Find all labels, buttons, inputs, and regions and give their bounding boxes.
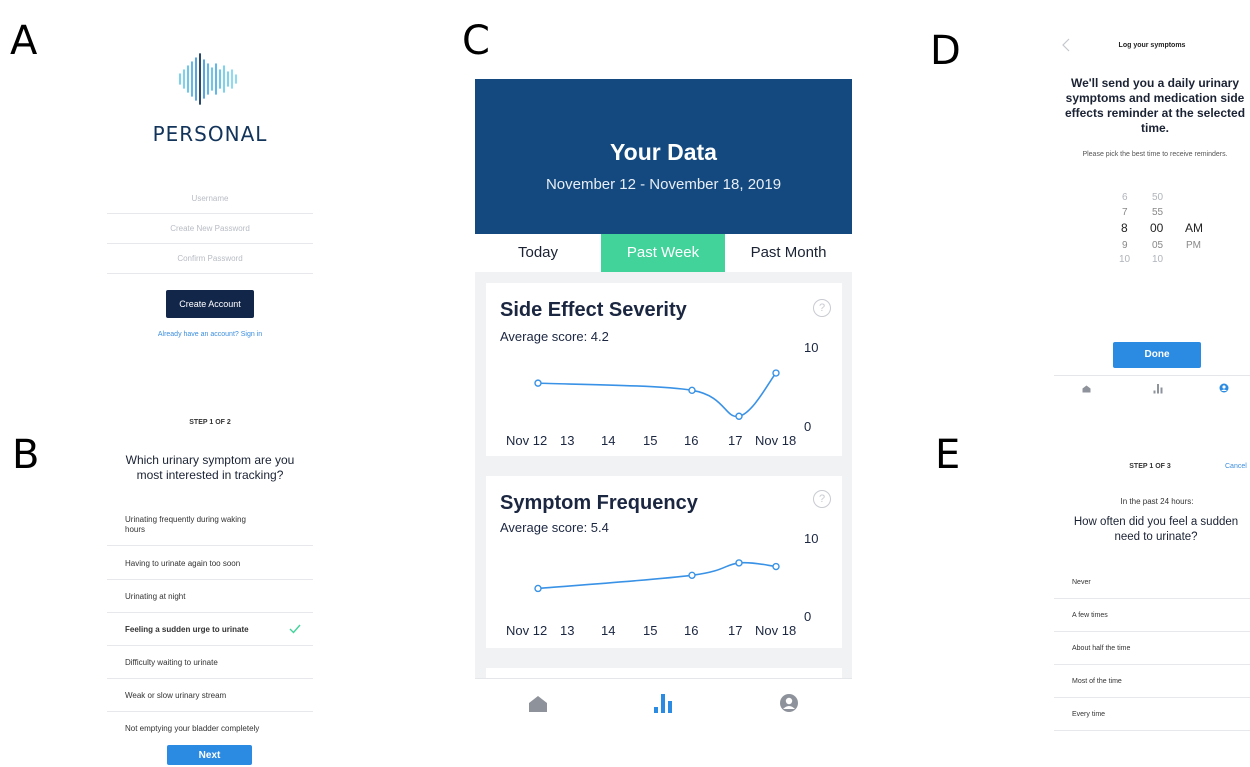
x-tick: 14 xyxy=(601,433,616,448)
sign-in-link[interactable]: Already have an account? Sign in xyxy=(107,331,313,338)
date-range: November 12 - November 18, 2019 xyxy=(545,176,782,193)
chart-card-symptom-frequency: Symptom Frequency Average score: 5.4 ? 1… xyxy=(486,476,842,648)
step-label: STEP 1 OF 3 xyxy=(1129,463,1171,470)
x-tick: 13 xyxy=(560,433,575,448)
x-tick: 15 xyxy=(643,433,658,448)
option-5[interactable]: Weak or slow urinary stream xyxy=(107,679,313,712)
create-account-button[interactable]: Create Account xyxy=(166,290,254,318)
option-4[interactable]: Difficulty waiting to urinate xyxy=(107,646,313,679)
reminder-subtitle: Please pick the best time to receive rem… xyxy=(1082,151,1228,158)
question-title: How often did you feel a sudden need to … xyxy=(1073,516,1239,543)
home-icon[interactable] xyxy=(1082,385,1091,393)
cancel-link[interactable]: Cancel xyxy=(1225,463,1247,470)
sound-wave-icon xyxy=(179,53,237,105)
x-tick: Nov 12 xyxy=(506,433,548,448)
x-tick: 17 xyxy=(728,623,743,638)
x-tick: 17 xyxy=(728,433,743,448)
data-point xyxy=(688,386,696,395)
answer-option[interactable]: Never xyxy=(1054,566,1250,599)
option-label: Feeling a sudden urge to urinate xyxy=(125,625,249,634)
chart-card-partial xyxy=(486,668,842,678)
context-label: In the past 24 hours: xyxy=(1120,497,1194,506)
data-point xyxy=(688,571,696,580)
panel-letter-b: B xyxy=(12,432,40,478)
reminder-title: We'll send you a daily urinary symptoms … xyxy=(1064,76,1246,135)
tab-today[interactable]: Today xyxy=(475,234,601,272)
bottom-nav xyxy=(475,678,852,729)
bar-chart-icon[interactable] xyxy=(1153,383,1163,394)
tab-past-week[interactable]: Past Week xyxy=(601,234,725,272)
tab-past-month[interactable]: Past Month xyxy=(725,234,852,272)
user-circle-icon[interactable] xyxy=(1219,383,1229,393)
picker-minute: 05 xyxy=(1152,240,1164,251)
x-tick: 16 xyxy=(684,433,699,448)
option-label: Urinating at night xyxy=(125,592,186,601)
x-tick: Nov 18 xyxy=(755,623,797,638)
data-point xyxy=(735,412,743,420)
home-icon[interactable] xyxy=(528,695,548,713)
checkmark-icon xyxy=(289,624,301,634)
option-label: Weak or slow urinary stream xyxy=(125,691,227,700)
picker-hour-selected: 8 xyxy=(1121,221,1128,235)
side-effect-chart xyxy=(534,369,780,420)
logo-text: PERSONAL xyxy=(152,122,268,146)
picker-hour: 9 xyxy=(1122,240,1128,251)
bottom-nav xyxy=(1054,375,1250,402)
panel-letter-a: A xyxy=(10,18,38,64)
answer-option[interactable]: Every time xyxy=(1054,698,1250,731)
picker-minute-selected: 00 xyxy=(1150,221,1164,235)
picker-minute: 50 xyxy=(1152,192,1164,203)
x-tick: Nov 18 xyxy=(755,433,797,448)
next-button[interactable]: Next xyxy=(167,745,252,765)
option-3-selected[interactable]: Feeling a sudden urge to urinate xyxy=(107,613,313,646)
picker-hour: 10 xyxy=(1119,254,1131,265)
step-label: STEP 1 OF 2 xyxy=(189,419,231,426)
option-label: Difficulty waiting to urinate xyxy=(125,658,218,667)
user-circle-icon[interactable] xyxy=(779,693,799,713)
x-tick: 15 xyxy=(643,623,658,638)
question-title: Which urinary symptom are you most inter… xyxy=(125,453,295,482)
answer-option[interactable]: A few times xyxy=(1054,599,1250,632)
series-line xyxy=(537,561,777,590)
x-tick: 14 xyxy=(601,623,616,638)
new-password-field[interactable]: Create New Password xyxy=(107,214,313,244)
done-button[interactable]: Done xyxy=(1113,342,1201,368)
x-tick: 13 xyxy=(560,623,575,638)
picker-period: PM xyxy=(1186,240,1201,251)
panel-letter-d: D xyxy=(930,28,961,74)
username-field[interactable]: Username xyxy=(107,184,313,214)
picker-minute: 10 xyxy=(1152,254,1164,265)
data-point xyxy=(772,562,780,571)
option-label: Having to urinate again too soon xyxy=(125,559,241,568)
data-header: Your Data November 12 - November 18, 201… xyxy=(475,79,852,234)
charts-area: Side Effect Severity Average score: 4.2 … xyxy=(475,272,852,678)
page-title: Your Data xyxy=(610,139,717,165)
data-point xyxy=(534,584,542,593)
panel-letter-e: E xyxy=(935,432,961,478)
option-label: Not emptying your bladder completely xyxy=(125,724,260,733)
answer-option[interactable]: Most of the time xyxy=(1054,665,1250,698)
data-point xyxy=(735,559,743,567)
option-1[interactable]: Having to urinate again too soon xyxy=(107,547,313,580)
option-label: Urinating frequently during waking hours xyxy=(125,515,246,534)
picker-hour: 6 xyxy=(1122,192,1128,203)
picker-hour: 7 xyxy=(1122,207,1128,218)
series-line xyxy=(537,372,777,418)
option-0[interactable]: Urinating frequently during waking hours xyxy=(107,508,313,546)
picker-period-selected: AM xyxy=(1185,221,1203,235)
option-2[interactable]: Urinating at night xyxy=(107,580,313,613)
bar-chart-icon[interactable] xyxy=(653,692,673,714)
x-tick: 16 xyxy=(684,623,699,638)
chart-card-side-effect: Side Effect Severity Average score: 4.2 … xyxy=(486,283,842,456)
panel-letter-c: C xyxy=(462,18,490,64)
picker-minute: 55 xyxy=(1152,207,1164,218)
answer-option[interactable]: About half the time xyxy=(1054,632,1250,665)
data-point xyxy=(772,369,780,377)
option-6[interactable]: Not emptying your bladder completely xyxy=(107,712,313,738)
x-tick: Nov 12 xyxy=(506,623,548,638)
screen-header: Log your symptoms xyxy=(1118,42,1186,49)
confirm-password-field[interactable]: Confirm Password xyxy=(107,244,313,274)
data-point xyxy=(534,379,542,387)
